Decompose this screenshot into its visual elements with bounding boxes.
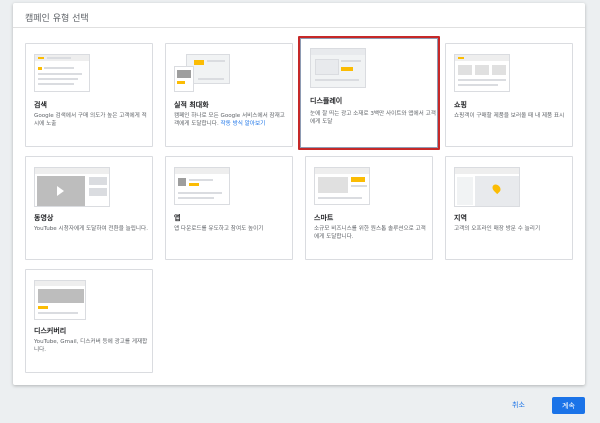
card-title: 앱 [174,214,181,222]
card-title: 스마트 [314,214,334,222]
app-thumbnail-icon [174,167,230,205]
video-thumbnail-icon [34,167,110,207]
card-display[interactable]: 디스플레이 눈에 잘 띄는 광고 소재로 3백만 사이트와 앱에서 고객에게 도… [298,36,440,150]
card-title: 디스커버리 [34,327,67,335]
title-divider [13,27,585,28]
performance-max-thumbnail-icon [174,54,230,92]
dialog-title: 캠페인 유형 선택 [25,14,89,24]
card-smart[interactable]: 스마트 소규모 비즈니스를 위한 원스톱 솔루션으로 고객에게 도달합니다. [305,156,433,260]
cancel-button[interactable]: 취소 [512,400,525,410]
card-description: YouTube, Gmail, 디스커버 등에 광고를 게재합니다. [34,339,148,353]
learn-how-it-works-link[interactable]: 작동 방식 알아보기 [221,121,266,127]
card-title: 동영상 [34,214,54,222]
continue-button[interactable]: 계속 [552,397,585,414]
card-shopping[interactable]: 쇼핑 쇼핑객이 구매할 제품을 보러올 때 내 제품 표시 [445,43,573,147]
card-title: 검색 [34,101,47,109]
local-thumbnail-icon [454,167,520,207]
card-app[interactable]: 앱 앱 다운로드를 유도하고 참여도 높이기 [165,156,293,260]
card-description: 쇼핑객이 구매할 제품을 보러올 때 내 제품 표시 [454,113,565,119]
card-title: 쇼핑 [454,101,467,109]
smart-thumbnail-icon [314,167,370,205]
display-thumbnail-icon [310,48,366,88]
shopping-thumbnail-icon [454,54,510,92]
card-description: 캠페인 하나로 모든 Google 서비스에서 잠재고객에게 도달합니다. 작동… [174,112,288,128]
card-discovery[interactable]: 디스커버리 YouTube, Gmail, 디스커버 등에 광고를 게재합니다. [25,269,153,373]
discovery-thumbnail-icon [34,280,86,320]
card-description: 앱 다운로드를 유도하고 참여도 높이기 [174,226,264,232]
card-video[interactable]: 동영상 YouTube 시청자에게 도달하여 전환을 늘립니다. [25,156,153,260]
card-description: 소규모 비즈니스를 위한 원스톱 솔루션으로 고객에게 도달합니다. [314,226,426,240]
card-description: YouTube 시청자에게 도달하여 전환을 늘립니다. [34,226,148,232]
card-search[interactable]: 검색 Google 검색에서 구매 의도가 높은 고객에게 적시에 노출 [25,43,153,147]
campaign-type-dialog: 캠페인 유형 선택 검색 Google 검색에서 구매 의도가 높은 고객에게 … [13,3,585,385]
search-thumbnail-icon [34,54,90,92]
card-description: 고객의 오프라인 매장 방문 수 늘리기 [454,226,541,232]
card-local[interactable]: 지역 고객의 오프라인 매장 방문 수 늘리기 [445,156,573,260]
card-title: 실적 최대화 [174,101,209,109]
card-title: 디스플레이 [310,97,343,105]
card-performance-max[interactable]: 실적 최대화 캠페인 하나로 모든 Google 서비스에서 잠재고객에게 도달… [165,43,293,147]
card-title: 지역 [454,214,467,222]
card-description: 눈에 잘 띄는 광고 소재로 3백만 사이트와 앱에서 고객에게 도달 [310,111,436,125]
card-description: Google 검색에서 구매 의도가 높은 고객에게 적시에 노출 [34,113,147,127]
